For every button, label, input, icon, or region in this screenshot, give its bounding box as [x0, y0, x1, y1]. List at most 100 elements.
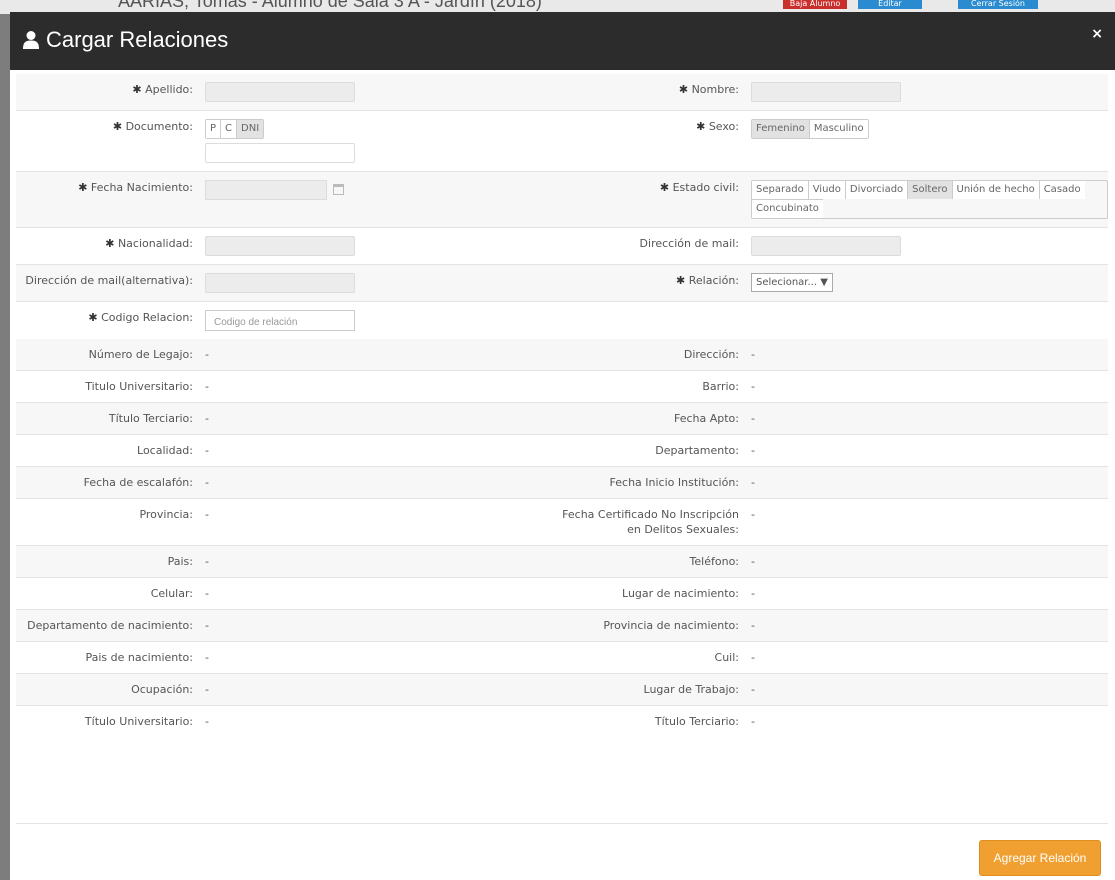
calendar-icon[interactable] — [333, 184, 344, 195]
estado-casado[interactable]: Casado — [1038, 181, 1085, 199]
info-label: Título Universitario: — [84, 715, 193, 728]
info-label: Ocupación: — [131, 683, 193, 696]
footer-divider — [16, 823, 1108, 824]
info-value: - — [751, 348, 755, 361]
modal-title: Cargar Relaciones — [46, 27, 229, 52]
modal-dialog: Cargar Relaciones × ✱ Apellido: ✱ Nombre… — [10, 12, 1115, 880]
info-value: - — [205, 715, 209, 728]
doc-type-p[interactable]: P — [206, 120, 221, 138]
info-label: Titulo Universitario: — [85, 380, 193, 393]
info-label: Provincia de nacimiento: — [603, 619, 739, 632]
info-row: Provincia: - Fecha Certificado No Inscripc… — [16, 498, 1108, 545]
info-label: Celular: — [150, 587, 193, 600]
info-label: Fecha Apto: — [673, 412, 739, 425]
info-value: - — [751, 683, 755, 696]
sexo-group: Femenino Masculino — [751, 119, 869, 139]
background-title: AARIAS, Tomás - Alumno de Sala 3 A - Jar… — [118, 0, 542, 11]
fecha-nacimiento-input[interactable] — [205, 180, 344, 200]
info-value: - — [751, 380, 755, 393]
form-row: ✱ Nacionalidad: Dirección de mail: — [16, 227, 1108, 264]
info-value: - — [751, 715, 755, 728]
documento-input[interactable] — [205, 143, 355, 163]
sexo-masculino[interactable]: Masculino — [808, 120, 868, 138]
nombre-input[interactable] — [751, 82, 901, 102]
info-label: Número de Legajo: — [88, 348, 193, 361]
info-value: - — [205, 683, 209, 696]
info-value: - — [751, 476, 755, 489]
info-value: - — [205, 412, 209, 425]
info-label: Barrio: — [702, 380, 739, 393]
info-rows: Número de Legajo: - Dirección: - Titulo Univ… — [16, 339, 1108, 737]
form-row: ✱ Fecha Nacimiento: ✱ Estado civil: Sepa… — [16, 171, 1108, 227]
info-row: Departamento de nacimiento: - Provincia de… — [16, 609, 1108, 641]
info-label: Fecha Inicio Institución: — [609, 476, 739, 489]
info-row: Título Terciario: - Fecha Apto: - — [16, 402, 1108, 434]
info-value: - — [751, 508, 755, 521]
mail-alternativa-input[interactable] — [205, 273, 355, 293]
info-label: Fecha de escalafón: — [83, 476, 193, 489]
info-label: Lugar de nacimiento: — [622, 587, 739, 600]
info-value: - — [751, 444, 755, 457]
doc-type-dni[interactable]: DNI — [236, 120, 264, 138]
estado-viudo[interactable]: Viudo — [807, 181, 845, 199]
editar-button[interactable]: Editar — [858, 0, 922, 9]
background-overlay — [0, 14, 10, 880]
nombre-label: ✱ Nombre: — [678, 83, 739, 96]
info-value: - — [205, 444, 209, 457]
info-label: Pais: — [167, 555, 193, 568]
form-row: ✱ Apellido: ✱ Nombre: — [16, 74, 1108, 110]
info-label: Localidad: — [137, 444, 193, 457]
info-value: - — [205, 476, 209, 489]
info-value: - — [205, 651, 209, 664]
form-row: Dirección de mail(alternativa): ✱ Relaci… — [16, 264, 1108, 301]
info-label: Título Terciario: — [108, 412, 193, 425]
info-value: - — [205, 380, 209, 393]
close-icon[interactable]: × — [1091, 26, 1103, 42]
documento-label: ✱ Documento: — [112, 120, 193, 133]
estado-separado[interactable]: Separado — [752, 181, 808, 199]
estado-civil-group: Separado Viudo Divorciado Soltero Unión … — [751, 180, 1108, 219]
agregar-relacion-button[interactable]: Agregar Relación — [979, 840, 1101, 876]
info-label: Fecha Certificado No Inscripción en Deli… — [562, 508, 739, 536]
info-value: - — [751, 587, 755, 600]
codigo-relacion-input[interactable]: Codigo de relación — [205, 310, 355, 331]
apellido-input[interactable] — [205, 82, 355, 102]
info-label: Teléfono: — [689, 555, 739, 568]
estado-soltero[interactable]: Soltero — [907, 181, 952, 199]
nacionalidad-input[interactable] — [205, 236, 355, 256]
sexo-femenino[interactable]: Femenino — [752, 120, 809, 138]
doc-type-c[interactable]: C — [220, 120, 237, 138]
form-row: ✱ Codigo Relacion: Codigo de relación — [16, 301, 1108, 339]
doc-type-group: P C DNI — [205, 119, 265, 139]
info-value: - — [751, 651, 755, 664]
mail-input[interactable] — [751, 236, 901, 256]
info-row: Pais de nacimiento: - Cuil: - — [16, 641, 1108, 673]
info-label: Título Terciario: — [654, 715, 739, 728]
estado-union-de-hecho[interactable]: Unión de hecho — [951, 181, 1039, 199]
baja-alumno-button[interactable]: Baja Alumno — [783, 0, 847, 9]
estado-divorciado[interactable]: Divorciado — [844, 181, 908, 199]
info-value: - — [751, 619, 755, 632]
estado-concubinato[interactable]: Concubinato — [752, 199, 823, 218]
info-value: - — [205, 555, 209, 568]
info-row: Celular: - Lugar de nacimiento: - — [16, 577, 1108, 609]
form-body: ✱ Apellido: ✱ Nombre: ✱ Documento: P C D… — [16, 74, 1108, 737]
modal-title-wrap: Cargar Relaciones — [22, 27, 228, 53]
info-row: Fecha de escalafón: - Fecha Inicio Institu… — [16, 466, 1108, 498]
mail-alternativa-label: Dirección de mail(alternativa): — [25, 274, 193, 287]
cerrar-sesion-button[interactable]: Cerrar Sesión — [958, 0, 1038, 9]
codigo-relacion-label: ✱ Codigo Relacion: — [88, 311, 193, 324]
info-row: Título Universitario: - Título Terciario: - — [16, 705, 1108, 737]
info-value: - — [205, 619, 209, 632]
info-value: - — [205, 348, 209, 361]
info-row: Titulo Universitario: - Barrio: - — [16, 370, 1108, 402]
relacion-label: ✱ Relación: — [676, 274, 739, 287]
sexo-label: ✱ Sexo: — [696, 120, 739, 133]
relacion-select[interactable]: Selecionar... ▼ — [751, 273, 833, 292]
info-value: - — [751, 555, 755, 568]
nacionalidad-label: ✱ Nacionalidad: — [105, 237, 193, 250]
estado-civil-label: ✱ Estado civil: — [659, 181, 739, 194]
fecha-nacimiento-label: ✱ Fecha Nacimiento: — [78, 181, 193, 194]
info-row: Número de Legajo: - Dirección: - — [16, 339, 1108, 370]
form-row: ✱ Documento: P C DNI ✱ Sexo: Femenino Ma… — [16, 110, 1108, 171]
